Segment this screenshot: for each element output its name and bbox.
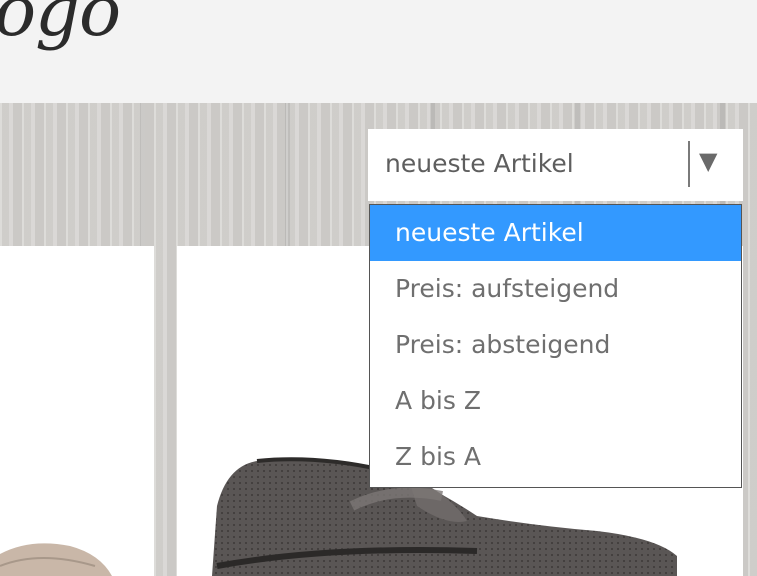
sort-option-price-asc[interactable]: Preis: aufsteigend [370, 261, 741, 317]
logo[interactable]: ogo [0, 0, 121, 52]
shop-page: ogo neueste Artikel ▼ neueste Artikel Pr… [0, 0, 757, 576]
sort-option-a-z[interactable]: A bis Z [370, 373, 741, 429]
shoe-image[interactable] [0, 536, 154, 576]
select-separator [688, 141, 690, 187]
site-header: ogo [0, 0, 757, 103]
sort-selected-value: neueste Artikel [385, 149, 574, 178]
sort-dropdown-list: neueste Artikel Preis: aufsteigend Preis… [369, 204, 742, 488]
product-card[interactable] [0, 246, 154, 576]
sort-select[interactable]: neueste Artikel ▼ [368, 129, 743, 201]
sort-option-newest[interactable]: neueste Artikel [370, 205, 741, 261]
triangle-down-icon[interactable]: ▼ [699, 147, 717, 175]
sort-option-price-desc[interactable]: Preis: absteigend [370, 317, 741, 373]
sort-option-z-a[interactable]: Z bis A [370, 429, 741, 485]
